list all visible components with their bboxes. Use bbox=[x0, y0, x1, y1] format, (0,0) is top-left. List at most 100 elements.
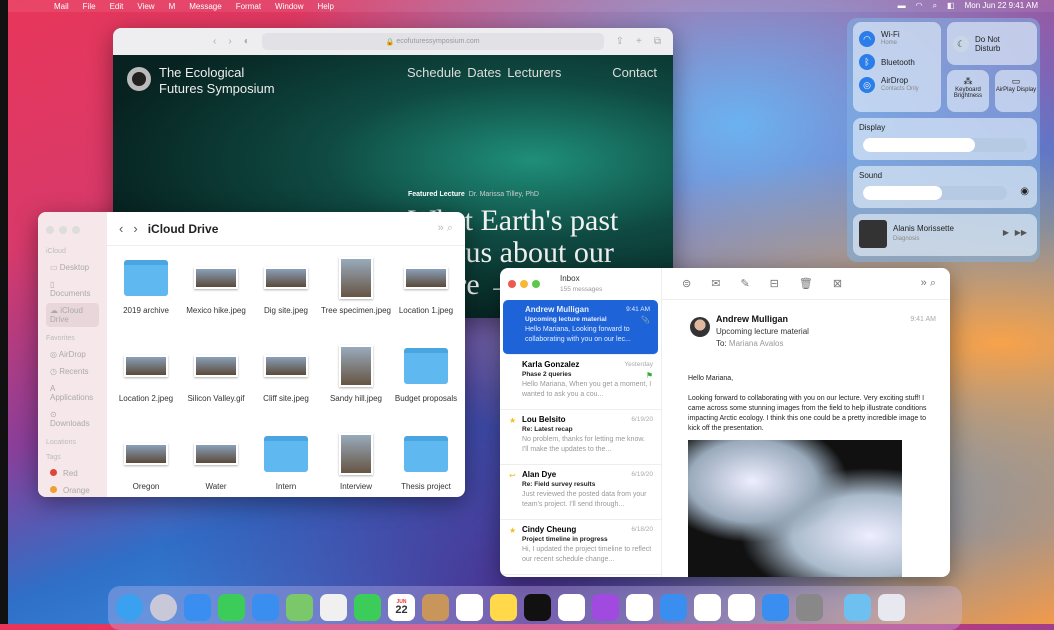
wifi-icon[interactable]: ◠ bbox=[916, 1, 923, 11]
menu-view[interactable]: View bbox=[137, 2, 154, 11]
minimize-button[interactable] bbox=[520, 280, 528, 288]
nav-dates[interactable]: Dates bbox=[467, 65, 501, 80]
file-item[interactable]: 2019 archive bbox=[111, 256, 181, 344]
file-item[interactable]: Interview bbox=[321, 432, 391, 497]
system-preferences-icon[interactable] bbox=[796, 594, 823, 621]
back-icon[interactable]: ‹ bbox=[213, 36, 216, 47]
keynote-icon[interactable] bbox=[660, 594, 687, 621]
close-button[interactable] bbox=[508, 280, 516, 288]
sidebar-item-documents[interactable]: ▯ Documents bbox=[46, 277, 99, 301]
sidebar-item-desktop[interactable]: ▭ Desktop bbox=[46, 260, 99, 275]
bluetooth-toggle[interactable]: ᛒ Bluetooth bbox=[859, 54, 935, 70]
menu-mail[interactable]: Mail bbox=[54, 2, 69, 11]
more-icon[interactable]: » ⌕ bbox=[438, 222, 453, 235]
menu-mailbox[interactable]: M bbox=[169, 2, 176, 11]
search-icon[interactable]: ⌕ bbox=[933, 1, 937, 11]
sidebar-item-icloud-drive[interactable]: ☁ iCloud Drive bbox=[46, 303, 99, 327]
numbers-icon[interactable] bbox=[694, 594, 721, 621]
do-not-disturb-toggle[interactable]: ☾ Do Not Disturb bbox=[947, 22, 1037, 65]
pages-icon[interactable] bbox=[728, 594, 755, 621]
tv-icon[interactable] bbox=[524, 594, 551, 621]
podcasts-icon[interactable] bbox=[592, 594, 619, 621]
file-item[interactable]: Mexico hike.jpeg bbox=[181, 256, 251, 344]
wifi-toggle[interactable]: ◠ Wi-Fi Home bbox=[859, 30, 935, 48]
play-icon[interactable]: ▶ bbox=[1003, 228, 1009, 237]
compose-icon[interactable]: ✎ bbox=[740, 277, 749, 290]
sidebar-item-applications[interactable]: A Applications bbox=[46, 381, 99, 405]
new-tab-icon[interactable]: + bbox=[636, 36, 642, 47]
fast-forward-icon[interactable]: ▶▶ bbox=[1015, 228, 1027, 237]
battery-icon[interactable]: ▬ bbox=[898, 1, 906, 11]
close-button[interactable] bbox=[46, 226, 54, 234]
maps-icon[interactable] bbox=[286, 594, 313, 621]
display-brightness-slider[interactable] bbox=[863, 138, 1027, 152]
finder-icon[interactable] bbox=[116, 594, 143, 621]
menu-message[interactable]: Message bbox=[189, 2, 221, 11]
menu-file[interactable]: File bbox=[83, 2, 96, 11]
file-item[interactable]: Location 1.jpeg bbox=[391, 256, 461, 344]
attached-arctic-image[interactable] bbox=[688, 440, 902, 577]
reminders-icon[interactable] bbox=[456, 594, 483, 621]
minimize-button[interactable] bbox=[59, 226, 67, 234]
volume-slider[interactable] bbox=[863, 186, 1007, 200]
contacts-icon[interactable] bbox=[422, 594, 449, 621]
menu-help[interactable]: Help bbox=[318, 2, 334, 11]
sidebar-icon[interactable]: ◐ bbox=[244, 36, 250, 47]
menu-clock[interactable]: Mon Jun 22 9:41 AM bbox=[965, 1, 1038, 11]
nav-contact[interactable]: Contact bbox=[612, 65, 657, 80]
control-center-icon[interactable]: ◧ bbox=[947, 1, 955, 11]
keyboard-brightness-button[interactable]: ⁂ Keyboard Brightness bbox=[947, 70, 989, 112]
trash-icon[interactable]: 🗑 bbox=[799, 277, 813, 290]
message-list-item[interactable]: ★ Cindy Cheung 6/18/20 Project timeline in … bbox=[500, 520, 661, 575]
file-item[interactable]: Budget proposals bbox=[391, 344, 461, 432]
sidebar-item-airdrop[interactable]: ◎ AirDrop bbox=[46, 347, 99, 362]
forward-icon[interactable]: › bbox=[228, 36, 231, 47]
file-item[interactable]: Silicon Valley.gif bbox=[181, 344, 251, 432]
address-bar[interactable]: 🔒 ecofuturessymposium.com bbox=[261, 33, 604, 50]
nav-lecturers[interactable]: Lecturers bbox=[507, 65, 561, 80]
calendar-icon[interactable]: JUN 22 bbox=[388, 594, 415, 621]
airplay-audio-icon[interactable]: ◉ bbox=[1020, 186, 1029, 197]
junk-icon[interactable]: ⊠ bbox=[833, 277, 842, 290]
news-icon[interactable] bbox=[626, 594, 653, 621]
launchpad-icon[interactable] bbox=[150, 594, 177, 621]
airdrop-toggle[interactable]: ◎ AirDrop Contacts Only bbox=[859, 76, 935, 94]
get-mail-icon[interactable]: ✉ bbox=[711, 277, 720, 290]
sidebar-item-recents[interactable]: ◷ Recents bbox=[46, 364, 99, 379]
site-title[interactable]: The Ecological Futures Symposium bbox=[159, 65, 275, 97]
zoom-button[interactable] bbox=[72, 226, 80, 234]
message-list-item[interactable]: ↩ Alan Dye 6/19/20 Re: Field survey results… bbox=[500, 465, 661, 520]
file-item[interactable]: Tree specimen.jpeg bbox=[321, 256, 391, 344]
airplay-display-button[interactable]: ▭ AirPlay Display bbox=[995, 70, 1037, 112]
menu-format[interactable]: Format bbox=[236, 2, 261, 11]
tabs-icon[interactable]: ⧉ bbox=[654, 36, 661, 47]
file-item[interactable]: Thesis project bbox=[391, 432, 461, 497]
trash-icon[interactable] bbox=[878, 594, 905, 621]
message-list-item[interactable]: Andrew Mulligan 9:41 AM Upcoming lecture m… bbox=[503, 300, 658, 355]
archive-icon[interactable]: ⊟ bbox=[770, 277, 779, 290]
downloads-folder-icon[interactable] bbox=[844, 594, 871, 621]
menu-edit[interactable]: Edit bbox=[110, 2, 124, 11]
photos-icon[interactable] bbox=[320, 594, 347, 621]
file-item[interactable]: Intern bbox=[251, 432, 321, 497]
message-list-item[interactable]: ★ Lou Belsito 6/19/20 Re: Latest recap No pr… bbox=[500, 410, 661, 465]
file-item[interactable]: Cliff site.jpeg bbox=[251, 344, 321, 432]
search-icon[interactable]: » ⌕ bbox=[921, 277, 936, 290]
share-icon[interactable]: ⇪ bbox=[616, 36, 624, 47]
notes-icon[interactable] bbox=[490, 594, 517, 621]
file-item[interactable]: Oregon bbox=[111, 432, 181, 497]
sidebar-tag-orange[interactable]: Orange bbox=[46, 483, 99, 497]
file-item[interactable]: Water bbox=[181, 432, 251, 497]
nav-schedule[interactable]: Schedule bbox=[407, 65, 461, 80]
message-list-item[interactable]: Karla Gonzalez Yesterday Phase 2 queries He… bbox=[500, 355, 661, 410]
mail-icon[interactable] bbox=[252, 594, 279, 621]
sidebar-tag-red[interactable]: Red bbox=[46, 466, 99, 481]
file-item[interactable]: Sandy hill.jpeg bbox=[321, 344, 391, 432]
back-icon[interactable]: ‹ bbox=[119, 221, 123, 236]
facetime-icon[interactable] bbox=[354, 594, 381, 621]
safari-icon[interactable] bbox=[184, 594, 211, 621]
app-store-icon[interactable] bbox=[762, 594, 789, 621]
filter-icon[interactable]: ⊜ bbox=[682, 277, 691, 290]
messages-icon[interactable] bbox=[218, 594, 245, 621]
file-item[interactable]: Location 2.jpeg bbox=[111, 344, 181, 432]
